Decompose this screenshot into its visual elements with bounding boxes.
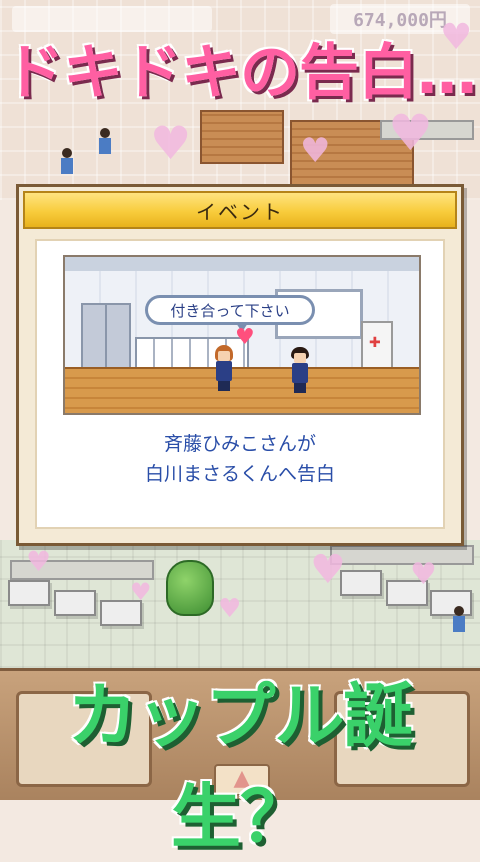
speech-bubble: 付き合って下さい — [145, 295, 315, 332]
headline-top: ドキドキの告白… — [3, 37, 479, 110]
girl-character-sprite — [213, 345, 235, 391]
event-illustration: 付き合って下さい ♥ — [63, 255, 421, 415]
heart-icon: ♥ — [388, 104, 433, 162]
caption-line-2: 白川まさるくんへ告白 — [144, 463, 335, 485]
dialog-title-text: イベント — [196, 199, 284, 224]
heart-icon: ♥ — [300, 131, 331, 171]
desk — [340, 570, 382, 596]
first-aid-cabinet — [361, 321, 393, 373]
dialog-content: 付き合って下さい ♥ 斉藤ひみこさんが 白川まさるくんへ告白 — [35, 239, 445, 529]
heart-icon: ♥ — [150, 116, 192, 170]
student-sprite — [452, 606, 466, 632]
tree — [166, 560, 214, 616]
dialog-title: イベント — [23, 191, 457, 229]
heart-icon: ♥ — [130, 578, 152, 606]
classroom-floor — [200, 110, 284, 164]
wooden-floor — [65, 367, 419, 413]
heart-icon: ♥ — [26, 545, 52, 578]
caption-line-1: 斉藤ひみこさんが — [163, 433, 316, 455]
heart-icon: ♥ — [218, 594, 242, 624]
student-sprite — [60, 148, 74, 174]
student-sprite — [98, 128, 112, 154]
desk — [54, 590, 96, 616]
door — [105, 303, 131, 373]
heart-icon: ♥ — [410, 557, 437, 592]
event-caption: 斉藤ひみこさんが 白川まさるくんへ告白 — [37, 429, 443, 489]
event-dialog[interactable]: イベント 付き合って下さい ♥ 斉藤ひみこさんが 白川まさるくんへ告白 — [16, 184, 464, 546]
desk — [8, 580, 50, 606]
boy-character-sprite — [289, 347, 311, 393]
heart-icon: ♥ — [310, 547, 346, 593]
wall-segment — [330, 545, 474, 565]
headline-bottom: カップル誕生？ — [66, 674, 415, 860]
speech-text: 付き合って下さい — [170, 301, 290, 320]
door — [81, 303, 107, 373]
heart-icon: ♥ — [235, 325, 255, 350]
